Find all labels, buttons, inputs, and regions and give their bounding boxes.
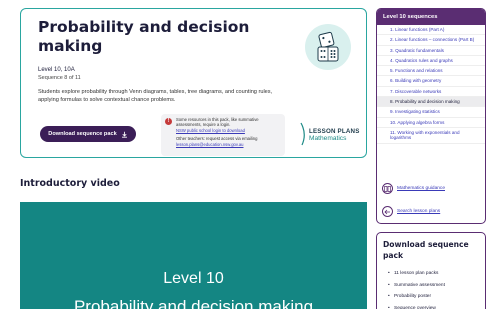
download-icon (121, 131, 127, 138)
email-link[interactable]: lesson.plans@education.nsw.gov.au (176, 142, 244, 147)
dice-icon (317, 31, 339, 62)
login-link[interactable]: NSW public school login to download (176, 128, 245, 133)
pack-content-item: 11 lesson plan packs (388, 268, 445, 280)
sequence-item[interactable]: 3. Quadratic fundamentals (377, 46, 485, 56)
notice-text: Some resources in this pack, like summat… (176, 117, 259, 128)
sequence-position: Sequence 8 of 11 (38, 75, 81, 81)
sequence-list: 1. Linear functions (Part A) 2. Linear fu… (377, 25, 485, 144)
pack-content-item: Summative assessment (388, 280, 445, 292)
lesson-plans-logo: LESSON PLANS Mathematics (299, 122, 369, 146)
sequence-item[interactable]: 7. Discoverable networks (377, 87, 485, 98)
download-pack-title: Download sequence pack (383, 240, 469, 260)
sequence-item[interactable]: 4. Quadratics rules and graphs (377, 56, 485, 67)
alert-icon: ! (165, 118, 172, 125)
sequence-item[interactable]: 1. Linear functions (Part A) (377, 25, 485, 36)
level-sequences-panel: Level 10 sequences 1. Linear functions (… (376, 8, 486, 224)
login-notice: ! Some resources in this pack, like summ… (161, 114, 285, 156)
sequence-hero-card: Probability and decision making Level 10… (20, 8, 367, 158)
download-sequence-pack-button[interactable]: Download sequence pack (40, 126, 136, 142)
level-label: Level 10, 10A (38, 67, 75, 73)
maths-guidance-label: Mathematics guidance (397, 186, 445, 191)
sequence-item[interactable]: 6. Building with geometry (377, 76, 485, 87)
download-pack-contents: 11 lesson plan packsSummative assessment… (388, 268, 445, 309)
search-lesson-plans-label: Search lesson plans (397, 209, 441, 214)
download-button-label: Download sequence pack (48, 131, 117, 137)
sequence-item[interactable]: 5. Functions and relations (377, 66, 485, 77)
intro-video-player[interactable]: Level 10 Probability and decision making (20, 202, 367, 309)
book-icon (382, 183, 393, 194)
video-title-text: Probability and decision making (73, 297, 314, 309)
pack-content-item: Sequence overview (388, 303, 445, 309)
pack-content-item: Probability poster (388, 291, 445, 303)
dice-illustration (305, 24, 351, 70)
search-lesson-plans-link[interactable]: Search lesson plans (382, 206, 440, 217)
sequence-description: Students explore probability through Ven… (38, 89, 273, 103)
sequence-item[interactable]: 11. Working with exponentials and logari… (377, 128, 485, 144)
sequence-item[interactable]: 2. Linear functions – connections (Part … (377, 35, 485, 46)
maths-guidance-link[interactable]: Mathematics guidance (382, 183, 445, 194)
sequence-item[interactable]: 10. Applying algebra forms (377, 118, 485, 128)
page-title: Probability and decision making (38, 18, 250, 55)
sequence-item-current[interactable]: 8. Probability and decision making (377, 97, 485, 108)
download-pack-panel: Download sequence pack 11 lesson plan pa… (376, 232, 486, 309)
sequences-heading: Level 10 sequences (377, 9, 485, 25)
logo-text-secondary: Mathematics (309, 134, 347, 142)
video-level-text: Level 10 (163, 270, 224, 287)
sequence-item[interactable]: 9. Investigating statistics (377, 107, 485, 118)
logo-swoosh-icon (300, 122, 305, 146)
arrow-left-icon (382, 206, 393, 217)
intro-video-heading: Introductory video (20, 178, 120, 189)
